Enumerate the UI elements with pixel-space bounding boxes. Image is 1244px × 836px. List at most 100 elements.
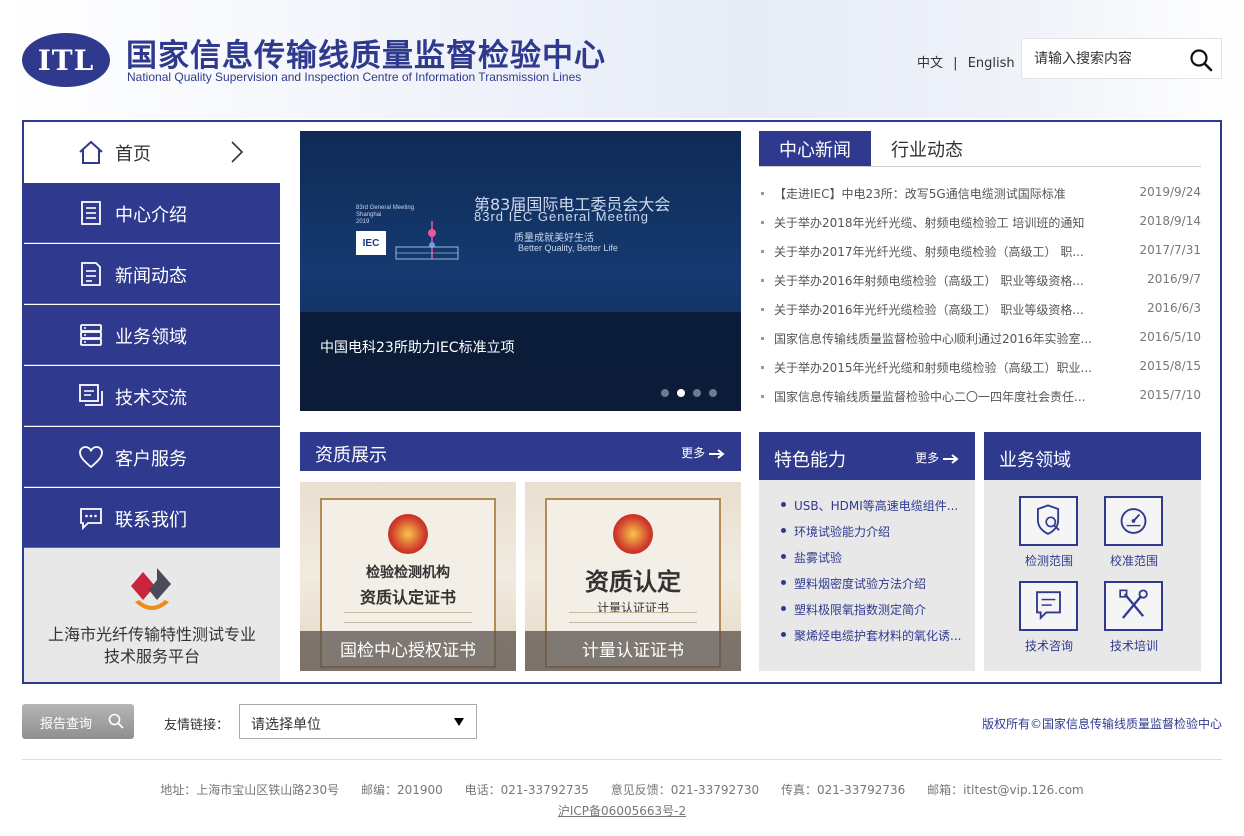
shanghai-skyline-icon — [395, 221, 459, 260]
news-item[interactable]: 国家信息传输线质量监督检验中心顺利通过2016年实验室... 2016/5/10 — [759, 323, 1201, 352]
news-item[interactable]: 关于举办2018年光纤光缆、射频电缆检验工 培训班的通知 2018/9/14 — [759, 207, 1201, 236]
dropdown-arrow-icon — [454, 718, 464, 726]
cert-card[interactable]: 资质认定 计量认证证书 计量认证证书 — [525, 482, 741, 671]
server-icon — [80, 324, 102, 346]
friend-links-select[interactable]: 请选择单位 — [239, 704, 477, 739]
news-date: 2015/8/15 — [1139, 359, 1201, 373]
sidebar-item-label: 中心介绍 — [115, 205, 187, 226]
bullet-icon — [761, 395, 764, 398]
national-emblem-icon — [613, 514, 653, 554]
qualification-header: 资质展示 更多 — [300, 432, 741, 471]
cert-heading-line1: 检验检测机构 — [366, 565, 450, 581]
news-title: 国家信息传输线质量监督检验中心顺利通过2016年实验室... — [774, 332, 1092, 346]
business-item-label: 检测范围 — [1024, 554, 1073, 568]
news-tabs: 中心新闻 行业动态 — [759, 131, 1201, 167]
itl-logo[interactable]: ITL — [22, 33, 110, 87]
icp-link[interactable]: 沪ICP备06005663号-2 — [0, 802, 1244, 819]
feature-title: 塑料烟密度试验方法介绍 — [794, 577, 927, 591]
news-carousel[interactable]: 83rd General Meeting Shanghai 2019 IEC 第… — [300, 131, 741, 411]
cert-heading: 检验检测机构 资质认定证书 — [300, 562, 516, 608]
features-more-link[interactable]: 更多 — [915, 449, 959, 466]
news-title: 关于举办2018年光纤光缆、射频电缆检验工 培训班的通知 — [774, 216, 1085, 230]
platform-title-line2: 技术服务平台 — [103, 647, 200, 666]
logo-text: ITL — [37, 43, 95, 77]
cert-heading-line2: 计量认证证书 — [596, 601, 669, 615]
news-item[interactable]: 关于举办2016年射频电缆检验（高级工） 职业等级资格... 2016/9/7 — [759, 265, 1201, 294]
search-input[interactable] — [1022, 39, 1182, 78]
tab-industry-news[interactable]: 行业动态 — [871, 131, 983, 166]
platform-logo-icon — [131, 568, 171, 610]
business-item-label: 技术咨询 — [1024, 639, 1073, 653]
select-value: 请选择单位 — [251, 717, 321, 733]
carousel-dot-active[interactable] — [677, 389, 685, 397]
business-item-calibration[interactable]: 校准范围 — [1091, 496, 1171, 576]
news-item[interactable]: 国家信息传输线质量监督检验中心二〇一四年度社会责任... 2015/7/10 — [759, 381, 1201, 410]
feature-title: 环境试验能力介绍 — [794, 525, 891, 539]
carousel-caption-text[interactable]: 中国电科23所助力IEC标准立项 — [320, 337, 515, 357]
sidebar-item-news[interactable]: 新闻动态 — [24, 244, 280, 304]
carousel-dot[interactable] — [693, 389, 701, 397]
news-item[interactable]: 关于举办2016年光纤光缆检验（高级工） 职业等级资格... 2016/6/3 — [759, 294, 1201, 323]
search-icon[interactable] — [1189, 48, 1213, 72]
sidebar-item-label: 业务领域 — [115, 327, 187, 348]
lang-cn-link[interactable]: 中文 — [917, 56, 943, 71]
news-item[interactable]: 关于举办2015年光纤光缆和射频电缆检验（高级工）职业... 2015/8/15 — [759, 352, 1201, 381]
feature-item[interactable]: 塑料极限氧指数测定简介 — [759, 598, 975, 624]
language-switch: 中文 | English — [917, 52, 1015, 71]
business-item-label: 技术培训 — [1109, 639, 1158, 653]
footer-address: 地址：上海市宝山区铁山路230号 — [160, 783, 340, 797]
sidebar-item-tech-exchange[interactable]: 技术交流 — [24, 366, 280, 426]
fiber-platform-link[interactable]: 上海市光纤传输特性测试专业 技术服务平台 — [24, 548, 280, 682]
feature-item[interactable]: USB、HDMI等高速电缆组件... — [759, 494, 975, 520]
chevron-right-icon — [231, 141, 244, 163]
heart-icon — [79, 446, 103, 469]
meeting-label-line2: Shanghai — [356, 212, 382, 218]
feature-item[interactable]: 聚烯烃电缆护套材料的氧化诱... — [759, 624, 975, 650]
business-item-label: 校准范围 — [1109, 554, 1158, 568]
copyright-text: 版权所有©国家信息传输线质量监督检验中心 — [981, 717, 1222, 731]
search-box — [1021, 38, 1222, 79]
business-item-testing[interactable]: 检测范围 — [1006, 496, 1086, 576]
banner-title-en: 83rd IEC General Meeting — [474, 209, 650, 224]
more-label: 更多 — [915, 451, 940, 465]
feature-item[interactable]: 环境试验能力介绍 — [759, 520, 975, 546]
footer-feedback: 意见反馈：021-33792730 — [610, 783, 760, 797]
news-item[interactable]: 关于举办2017年光纤光缆、射频电缆检验（高级工） 职... 2017/7/31 — [759, 236, 1201, 265]
tab-center-news[interactable]: 中心新闻 — [759, 131, 871, 166]
tools-icon — [1104, 581, 1163, 631]
sidebar-item-about[interactable]: 中心介绍 — [24, 183, 280, 243]
sidebar-item-label: 客户服务 — [115, 449, 187, 470]
sidebar-item-service[interactable]: 客户服务 — [24, 427, 280, 487]
feature-item[interactable]: 盐雾试验 — [759, 546, 975, 572]
news-list: 【走进IEC】中电23所：改写5G通信电缆测试国际标准 2019/9/24 关于举… — [759, 178, 1201, 410]
shield-search-icon — [1019, 496, 1078, 546]
news-date: 2017/7/31 — [1139, 243, 1201, 257]
bullet-icon — [761, 221, 764, 224]
carousel-dot[interactable] — [661, 389, 669, 397]
report-query-button[interactable]: 报告查询 — [22, 704, 134, 739]
cert-card[interactable]: 检验检测机构 资质认定证书 国检中心授权证书 — [300, 482, 516, 671]
report-query-label: 报告查询 — [40, 717, 93, 732]
section-title: 特色能力 — [774, 450, 846, 471]
feature-title: USB、HDMI等高速电缆组件... — [794, 499, 959, 513]
cert-caption: 国检中心授权证书 — [300, 631, 516, 671]
footer-fax: 传真：021-33792736 — [780, 783, 906, 797]
sidebar-item-home[interactable]: 首页 — [24, 122, 280, 182]
footer-email: 邮箱：itltest@vip.126.com — [927, 783, 1084, 797]
message-icon — [80, 508, 102, 531]
news-item[interactable]: 【走进IEC】中电23所：改写5G通信电缆测试国际标准 2019/9/24 — [759, 178, 1201, 207]
bullet-icon — [761, 308, 764, 311]
cert-caption: 计量认证证书 — [525, 631, 741, 671]
business-item-consulting[interactable]: 技术咨询 — [1006, 581, 1086, 661]
national-emblem-icon — [388, 514, 428, 554]
news-title: 关于举办2015年光纤光缆和射频电缆检验（高级工）职业... — [774, 361, 1092, 375]
carousel-dot[interactable] — [709, 389, 717, 397]
search-icon — [108, 713, 124, 729]
home-icon — [79, 140, 103, 164]
lang-en-link[interactable]: English — [968, 56, 1015, 71]
sidebar-item-business[interactable]: 业务领域 — [24, 305, 280, 365]
business-item-training[interactable]: 技术培训 — [1091, 581, 1171, 661]
feature-item[interactable]: 塑料烟密度试验方法介绍 — [759, 572, 975, 598]
sidebar-item-contact[interactable]: 联系我们 — [24, 488, 280, 548]
qualification-more-link[interactable]: 更多 — [681, 444, 725, 461]
